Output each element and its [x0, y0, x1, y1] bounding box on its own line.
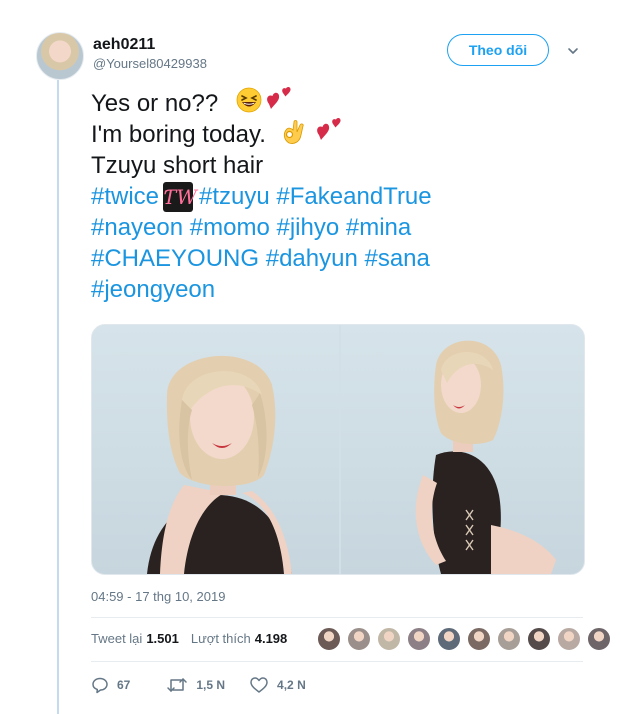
liker-avatar[interactable] [527, 627, 551, 651]
tweet-line-2: I'm boring today. [91, 117, 591, 150]
hashtag-twice[interactable]: #twice [91, 181, 159, 212]
hashtag-jeongyeon[interactable]: #jeongyeon [91, 274, 215, 305]
divider-top [91, 617, 583, 618]
engagement-stats: Tweet lại 1.501 Lượt thích 4.198 [91, 631, 287, 646]
tweet-line-1: Yes or no?? [91, 86, 591, 121]
user-handle[interactable]: @Yoursel80429938 [93, 56, 207, 71]
retweet-count: 1,5 N [196, 678, 226, 692]
likes-value: 4.198 [254, 631, 288, 646]
retweets-value: 1.501 [146, 631, 179, 646]
hashtag-sana[interactable]: #sana [364, 243, 429, 274]
user-name[interactable]: aeh0211 [93, 36, 155, 54]
hashtag-dahyun[interactable]: #dahyun [266, 243, 358, 274]
heart-icon [250, 677, 268, 693]
liker-avatar[interactable] [317, 627, 341, 651]
follow-button[interactable]: Theo dõi [447, 34, 549, 66]
hashtag-nayeon[interactable]: #nayeon [91, 212, 183, 243]
tweet-line-1-text: Yes or no?? [91, 90, 219, 117]
hashtag-chaeyoung[interactable]: #CHAEYOUNG [91, 243, 259, 274]
tweet-line-3: Tzuyu short hair [91, 150, 591, 181]
likes-label: Lượt thích [190, 631, 251, 646]
liker-avatars [317, 627, 617, 651]
photo-right[interactable] [341, 325, 584, 574]
hashtag-line-1: #twice ƬW #tzuyu #FakeandTrue [91, 181, 591, 212]
retweets-label: Tweet lại [91, 631, 143, 646]
hashtag-jihyo[interactable]: #jihyo [276, 212, 339, 243]
liker-avatar[interactable] [467, 627, 491, 651]
hashtag-tzuyu[interactable]: #tzuyu [199, 181, 270, 212]
retweet-button[interactable]: 1,5 N [166, 676, 225, 694]
reply-count: 67 [117, 678, 131, 692]
chevron-down-icon[interactable] [566, 44, 580, 58]
liker-avatar[interactable] [377, 627, 401, 651]
tweet-text: Yes or no?? I'm boring today. Tzuyu shor… [91, 86, 591, 305]
liker-avatar[interactable] [407, 627, 431, 651]
reply-button[interactable]: 67 [91, 676, 130, 694]
hashtag-mina[interactable]: #mina [346, 212, 411, 243]
liker-avatar[interactable] [497, 627, 521, 651]
hashtag-momo[interactable]: #momo [190, 212, 270, 243]
like-button[interactable]: 4,2 N [249, 676, 306, 694]
hashtag-line-2: #nayeon #momo #jihyo #mina [91, 212, 591, 243]
hashtag-line-4: #jeongyeon [91, 274, 591, 305]
retweet-icon [167, 678, 188, 692]
like-count: 4,2 N [277, 678, 306, 692]
avatar[interactable] [36, 32, 84, 80]
liker-avatar[interactable] [437, 627, 461, 651]
thread-line [57, 80, 59, 714]
divider-bottom [91, 661, 583, 662]
liker-avatar[interactable] [557, 627, 581, 651]
twice-logo-icon: ƬW [163, 181, 197, 212]
tweet-line-3-text: Tzuyu short hair [91, 152, 264, 179]
photo-left[interactable] [92, 325, 339, 574]
retweets-stat[interactable]: Tweet lại 1.501 [91, 631, 179, 646]
hashtag-line-3: #CHAEYOUNG #dahyun #sana [91, 243, 591, 274]
tweet-line-2-text: I'm boring today. [91, 121, 266, 148]
timestamp[interactable]: 04:59 - 17 thg 10, 2019 [91, 589, 225, 604]
hashtag-fakeandtrue[interactable]: #FakeandTrue [276, 181, 431, 212]
two-hearts-emoji-icon-2 [314, 116, 348, 154]
liker-avatar[interactable] [347, 627, 371, 651]
ok-hand-emoji-icon [280, 116, 308, 154]
reply-icon [92, 677, 108, 694]
grinning-squinting-emoji-icon [236, 87, 262, 121]
liker-avatar[interactable] [587, 627, 611, 651]
media-grid [91, 324, 585, 575]
likes-stat[interactable]: Lượt thích 4.198 [191, 631, 287, 646]
action-bar: 67 1,5 N 4,2 N [91, 676, 306, 694]
